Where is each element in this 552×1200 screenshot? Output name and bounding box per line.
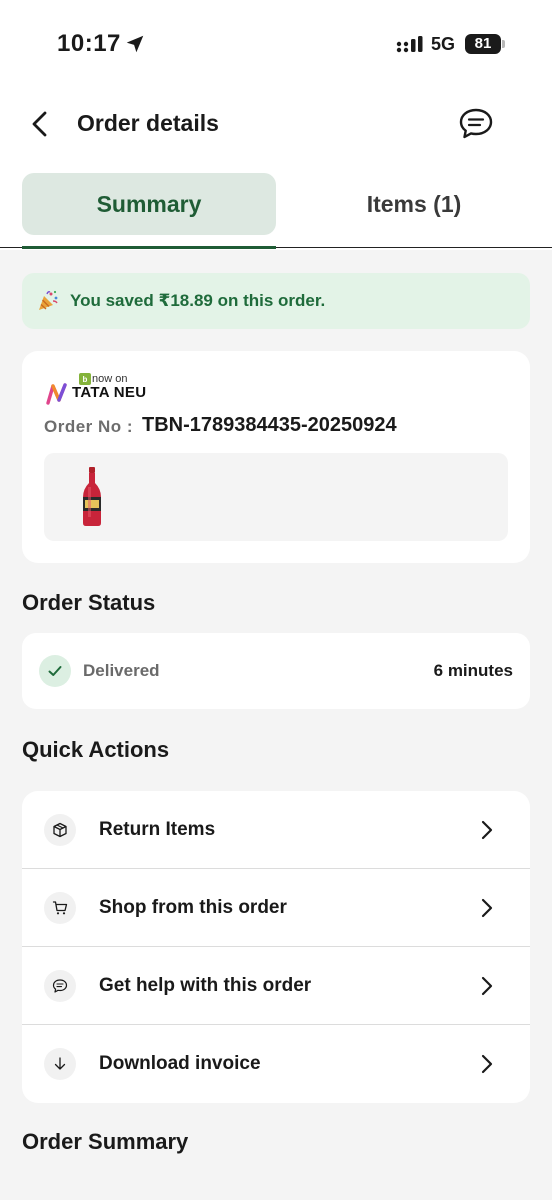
chevron-right-icon bbox=[481, 976, 493, 996]
logo-text: TATA NEU bbox=[72, 384, 147, 401]
chevron-right-icon bbox=[481, 1054, 493, 1074]
download-arrow-icon bbox=[44, 1048, 76, 1080]
status-time: 10:17 bbox=[57, 30, 121, 57]
tab-items[interactable]: Items (1) bbox=[276, 173, 552, 235]
action-label: Return Items bbox=[99, 819, 216, 840]
order-status-card: Delivered 6 minutes bbox=[22, 633, 530, 709]
signal-icon bbox=[396, 36, 423, 53]
party-popper-icon bbox=[39, 290, 58, 310]
savings-banner: You saved ₹18.89 on this order. bbox=[22, 273, 530, 329]
back-button[interactable] bbox=[22, 104, 58, 144]
tab-summary[interactable]: Summary bbox=[22, 173, 276, 235]
page-title: Order details bbox=[77, 110, 219, 136]
battery-percent: 81 bbox=[474, 35, 492, 52]
back-arrow-icon bbox=[32, 111, 47, 137]
chat-support-button[interactable] bbox=[455, 104, 497, 144]
neu-logo-mark-icon bbox=[46, 383, 67, 405]
network-type: 5G bbox=[431, 34, 456, 54]
battery-icon: 81 bbox=[465, 34, 505, 56]
chat-icon bbox=[459, 108, 493, 139]
order-card[interactable]: b now on TATA NEU Order No : TBN-1789384… bbox=[22, 351, 530, 563]
return-items-button[interactable]: Return Items bbox=[22, 791, 530, 869]
cart-icon bbox=[44, 892, 76, 924]
download-invoice-button[interactable]: Download invoice bbox=[22, 1025, 530, 1103]
quick-actions-card: Return Items Shop from this order Get he… bbox=[22, 791, 530, 1103]
active-tab-indicator bbox=[22, 246, 276, 249]
status-label: Delivered bbox=[83, 661, 160, 680]
location-arrow-icon bbox=[126, 35, 144, 53]
savings-text: You saved ₹18.89 on this order. bbox=[70, 291, 326, 310]
action-label: Download invoice bbox=[99, 1053, 261, 1074]
status-time: 6 minutes bbox=[433, 661, 513, 680]
shop-from-order-button[interactable]: Shop from this order bbox=[22, 869, 530, 947]
product-thumbnails[interactable] bbox=[44, 453, 508, 541]
svg-text:b: b bbox=[83, 375, 88, 384]
action-label: Shop from this order bbox=[99, 897, 287, 918]
order-number-label: Order No : bbox=[44, 417, 134, 436]
status-bar: 10:17 5G 81 bbox=[0, 0, 552, 90]
quick-actions-title: Quick Actions bbox=[22, 737, 170, 762]
order-summary-title: Order Summary bbox=[22, 1129, 189, 1154]
tata-neu-logo: b now on TATA NEU bbox=[46, 373, 186, 405]
get-help-button[interactable]: Get help with this order bbox=[22, 947, 530, 1025]
action-label: Get help with this order bbox=[99, 975, 312, 996]
order-number-value: TBN-1789384435-20250924 bbox=[142, 414, 397, 436]
package-icon bbox=[44, 814, 76, 846]
chevron-right-icon bbox=[481, 820, 493, 840]
check-icon bbox=[39, 655, 71, 687]
chevron-right-icon bbox=[481, 898, 493, 918]
order-status-title: Order Status bbox=[22, 590, 156, 615]
product-bottle-image bbox=[83, 467, 101, 526]
chat-icon bbox=[44, 970, 76, 1002]
